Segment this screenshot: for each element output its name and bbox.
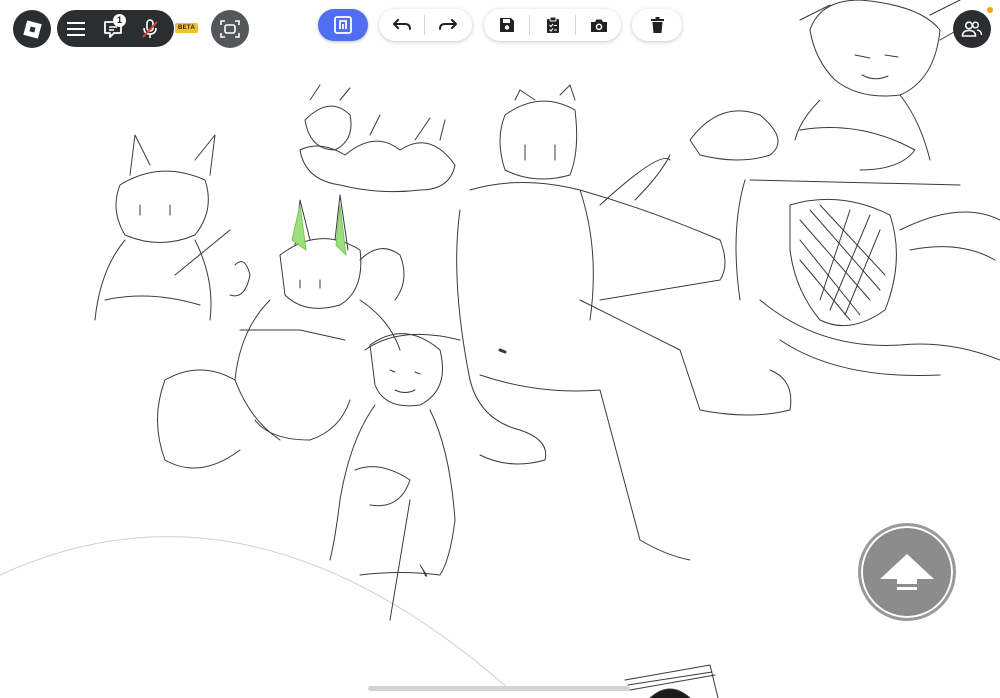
sketch-layer: [0, 0, 1000, 698]
jump-button[interactable]: [858, 523, 956, 621]
self-view-icon: [220, 20, 240, 38]
save-button[interactable]: [484, 9, 529, 41]
clipboard-button[interactable]: [530, 9, 575, 41]
friends-button[interactable]: [953, 10, 991, 48]
chat-notification-badge: 1: [113, 14, 126, 27]
hamburger-icon: [66, 21, 85, 36]
redo-button[interactable]: [425, 9, 470, 41]
save-icon: [499, 18, 514, 32]
home-indicator[interactable]: [368, 686, 630, 691]
screenshot-button[interactable]: [576, 9, 621, 41]
roblox-logo-icon: [22, 19, 42, 39]
undo-button[interactable]: [379, 9, 424, 41]
status-indicator-dot: [987, 7, 993, 13]
jump-arrow-icon: [880, 554, 934, 590]
beta-badge: BETA: [175, 23, 199, 33]
self-view-button[interactable]: [211, 10, 249, 48]
clipboard-icon: [546, 16, 559, 33]
redo-icon: [438, 19, 457, 30]
trash-icon: [650, 17, 664, 33]
roblox-menu-button[interactable]: [13, 10, 51, 48]
delete-toolbar: [632, 9, 682, 41]
drawing-canvas[interactable]: [0, 0, 1000, 698]
camera-icon: [590, 19, 607, 32]
clear-canvas-button[interactable]: [632, 9, 682, 41]
brush-tool-icon: [334, 16, 352, 34]
brush-tool-button[interactable]: [318, 9, 368, 41]
undo-icon: [392, 19, 411, 30]
top-menu-pill: 1: [57, 10, 174, 47]
mic-muted-icon: [141, 18, 158, 38]
actions-toolbar: [484, 9, 621, 41]
chat-button[interactable]: 1: [94, 10, 131, 47]
history-toolbar: [379, 9, 472, 41]
mic-button[interactable]: [131, 10, 168, 47]
hamburger-button[interactable]: [57, 10, 94, 47]
people-icon: [961, 21, 983, 37]
